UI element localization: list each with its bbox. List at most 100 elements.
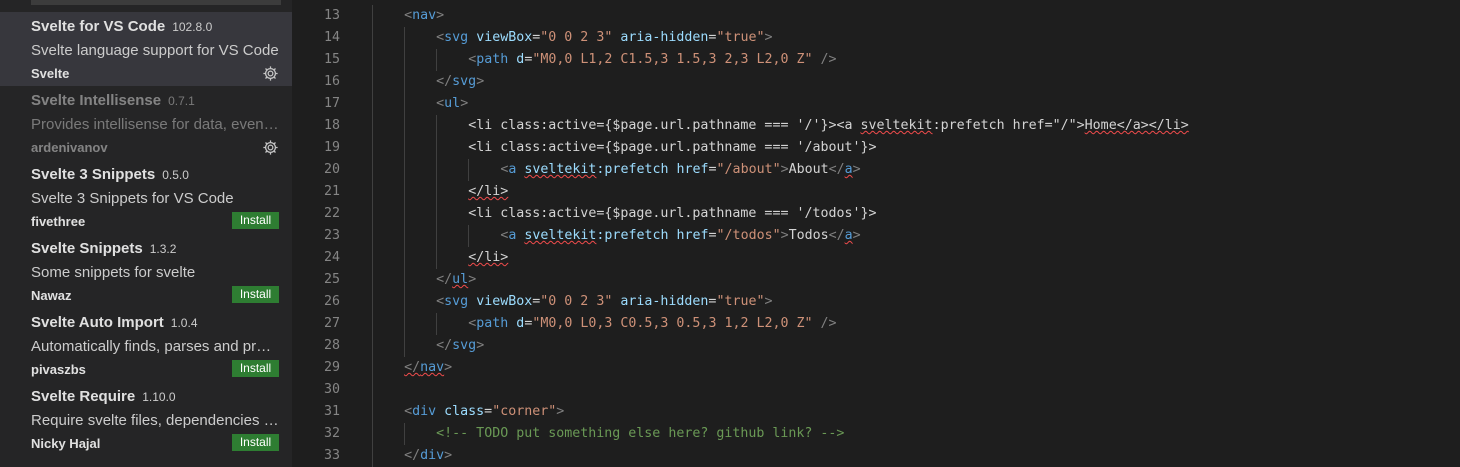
extension-title: Svelte Snippets bbox=[31, 240, 143, 257]
extension-item[interactable]: Svelte for VS Code 102.8.0 Svelte language… bbox=[0, 12, 292, 86]
code-token: sveltekit bbox=[860, 118, 933, 133]
line-number: 25 bbox=[323, 272, 340, 287]
code-token: > bbox=[444, 360, 453, 375]
code-token: > bbox=[764, 294, 773, 309]
extension-version: 102.8.0 bbox=[172, 20, 213, 34]
code-token: < bbox=[404, 8, 413, 23]
code-token: </ bbox=[436, 272, 453, 287]
code-line[interactable]: 32 <!-- TODO put something else here? git… bbox=[292, 423, 1460, 445]
code-line[interactable]: 21 </li> bbox=[292, 181, 1460, 203]
code-text: <!-- TODO put something else here? githu… bbox=[436, 423, 844, 445]
extensions-sidebar: Svelte for VS Code 102.8.0 Svelte language… bbox=[0, 0, 292, 467]
extension-version: 1.10.0 bbox=[142, 390, 176, 404]
search-input[interactable] bbox=[31, 0, 281, 5]
code-token: sveltekit bbox=[524, 162, 597, 177]
line-number: 21 bbox=[323, 184, 340, 199]
extension-version: 1.3.2 bbox=[149, 242, 177, 256]
code-text: <ul> bbox=[436, 93, 468, 115]
code-token: "true" bbox=[716, 294, 765, 309]
code-text: </li> bbox=[468, 247, 508, 269]
code-line[interactable]: 25 </ul> bbox=[292, 269, 1460, 291]
code-line[interactable]: 23 <a sveltekit:prefetch href="/todos">To… bbox=[292, 225, 1460, 247]
install-button[interactable]: Install bbox=[232, 360, 279, 377]
extension-item[interactable]: Svelte Intellisense 0.7.1 Provides intelli… bbox=[0, 86, 292, 160]
code-token: = bbox=[484, 404, 493, 419]
gear-icon[interactable] bbox=[262, 139, 279, 156]
code-token: "/about" bbox=[716, 162, 781, 177]
extension-item[interactable]: Svelte 3 Snippets 0.5.0 Svelte 3 Snippets … bbox=[0, 160, 292, 234]
code-token: </li> bbox=[468, 184, 509, 199]
code-line[interactable]: 22 <li class:active={$page.url.pathname =… bbox=[292, 203, 1460, 225]
code-token: Home</a></li> bbox=[1084, 118, 1189, 133]
extension-item[interactable]: Svelte Snippets 1.3.2 Some snippets for sv… bbox=[0, 234, 292, 308]
code-line[interactable]: 31 <div class="corner"> bbox=[292, 401, 1460, 423]
code-token: > bbox=[852, 162, 861, 177]
install-button[interactable]: Install bbox=[232, 434, 279, 451]
code-token: </ bbox=[828, 228, 845, 243]
extension-description: Automatically finds, parses and provides… bbox=[31, 338, 279, 355]
line-number: 17 bbox=[323, 96, 340, 111]
indent-guide bbox=[436, 49, 438, 71]
extension-name: Svelte Auto Import 1.0.4 bbox=[31, 314, 198, 331]
line-number: 29 bbox=[323, 360, 340, 375]
code-line[interactable]: 17 <ul> bbox=[292, 93, 1460, 115]
code-token: > bbox=[460, 96, 469, 111]
line-number: 28 bbox=[323, 338, 340, 353]
line-number: 13 bbox=[323, 8, 340, 23]
code-text: <svg viewBox="0 0 2 3" aria-hidden="true… bbox=[436, 27, 772, 49]
code-text: <a sveltekit:prefetch href="/todos">Todo… bbox=[500, 225, 860, 247]
line-number: 33 bbox=[323, 448, 340, 463]
code-token: path bbox=[476, 316, 509, 331]
code-line[interactable]: 33 </div> bbox=[292, 445, 1460, 467]
line-number: 31 bbox=[323, 404, 340, 419]
code-text: <div class="corner"> bbox=[404, 401, 564, 423]
code-line[interactable]: 29 </nav> bbox=[292, 357, 1460, 379]
code-token: = bbox=[708, 162, 717, 177]
code-token: div bbox=[420, 448, 445, 463]
code-line[interactable]: 24 </li> bbox=[292, 247, 1460, 269]
line-number: 27 bbox=[323, 316, 340, 331]
code-line[interactable]: 27 <path d="M0,0 L0,3 C0.5,3 0.5,3 1,2 L2… bbox=[292, 313, 1460, 335]
line-number: 18 bbox=[323, 118, 340, 133]
extension-publisher: ardenivanov bbox=[31, 140, 108, 155]
code-token: a bbox=[844, 228, 853, 243]
code-editor[interactable]: 13 <nav> 14 <svg viewBox="0 0 2 3" aria-hid… bbox=[292, 0, 1460, 467]
code-token: </ bbox=[436, 74, 453, 89]
extension-name: Svelte for VS Code 102.8.0 bbox=[31, 18, 212, 35]
code-line[interactable]: 26 <svg viewBox="0 0 2 3" aria-hidden="tr… bbox=[292, 291, 1460, 313]
extension-name: Svelte Require 1.10.0 bbox=[31, 388, 176, 405]
code-token: svg bbox=[444, 30, 469, 45]
gear-icon[interactable] bbox=[262, 65, 279, 82]
code-token: "true" bbox=[716, 30, 765, 45]
line-number: 24 bbox=[323, 250, 340, 265]
code-token: path bbox=[476, 52, 509, 67]
code-token: </ bbox=[436, 338, 453, 353]
code-line[interactable]: 28 </svg> bbox=[292, 335, 1460, 357]
extension-title: Svelte for VS Code bbox=[31, 18, 166, 35]
code-line[interactable]: 18 <li class:active={$page.url.pathname =… bbox=[292, 115, 1460, 137]
extension-publisher: pivaszbs bbox=[31, 362, 86, 377]
extension-name: Svelte 3 Snippets 0.5.0 bbox=[31, 166, 189, 183]
install-button[interactable]: Install bbox=[232, 212, 279, 229]
extension-item[interactable]: Svelte Auto Import 1.0.4 Automatically fin… bbox=[0, 308, 292, 382]
code-token: > bbox=[468, 272, 477, 287]
code-text: <nav> bbox=[404, 5, 444, 27]
code-line[interactable]: 13 <nav> bbox=[292, 5, 1460, 27]
code-line[interactable]: 15 <path d="M0,0 L1,2 C1.5,3 1.5,3 2,3 L2… bbox=[292, 49, 1460, 71]
code-text: <li class:active={$page.url.pathname ===… bbox=[468, 203, 876, 225]
code-token: svg bbox=[452, 74, 477, 89]
code-token: aria-hidden bbox=[620, 30, 709, 45]
extension-item[interactable]: Svelte Require 1.10.0 Require svelte files… bbox=[0, 382, 292, 456]
extension-description: Some snippets for svelte bbox=[31, 264, 196, 281]
code-line[interactable]: 19 <li class:active={$page.url.pathname =… bbox=[292, 137, 1460, 159]
code-token: sveltekit bbox=[524, 228, 597, 243]
install-button[interactable]: Install bbox=[232, 286, 279, 303]
code-line[interactable]: 14 <svg viewBox="0 0 2 3" aria-hidden="tr… bbox=[292, 27, 1460, 49]
code-line[interactable]: 16 </svg> bbox=[292, 71, 1460, 93]
code-token: aria-hidden bbox=[620, 294, 709, 309]
code-line[interactable]: 30 bbox=[292, 379, 1460, 401]
extension-publisher: Svelte bbox=[31, 66, 70, 81]
code-token: href bbox=[676, 162, 709, 177]
code-line[interactable]: 20 <a sveltekit:prefetch href="/about">Ab… bbox=[292, 159, 1460, 181]
